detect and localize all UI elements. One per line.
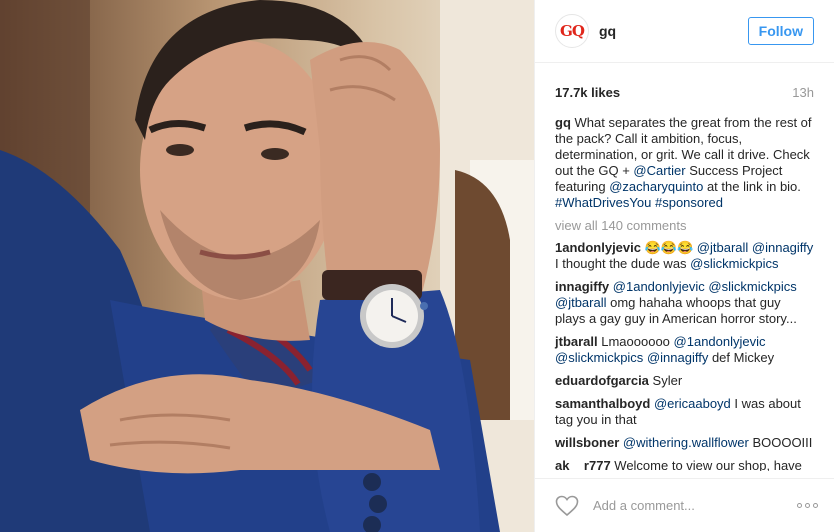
caption-text: at the link in bio. [703,179,801,194]
comment-author[interactable]: 1andonlyjevic [555,240,641,255]
post-time[interactable]: 13h [792,85,814,100]
mention-link[interactable]: @slickmickpics [690,256,778,271]
comment-author[interactable]: innagiffy [555,279,609,294]
caption: gq What separates the great from the res… [555,115,814,211]
comment-text: I thought the dude was [555,256,691,271]
comment: innagiffy @1andonlyjevic @slickmickpics … [555,279,814,327]
mention-link[interactable]: @slickmickpics [708,279,796,294]
comments-list: gq What separates the great from the res… [535,101,834,471]
hashtag-link[interactable]: #sponsored [655,195,723,210]
hashtag-link[interactable]: #WhatDrivesYou [555,195,651,210]
mention-link[interactable]: @innagiffy [647,350,708,365]
comment: samanthalboyd @ericaaboyd I was about ta… [555,396,814,428]
mention-link[interactable]: @ericaaboyd [654,396,731,411]
comment-author[interactable]: willsboner [555,435,619,450]
comment-author[interactable]: samanthalboyd [555,396,650,411]
comment-text: Lmaoooooo [597,334,674,349]
post-header: GQ gq Follow [535,0,834,63]
post-meta: 17.7k likes 13h [535,63,834,101]
mention-link[interactable]: @Cartier [633,163,685,178]
comment: ak__r777 Welcome to view our shop, have [555,458,814,471]
mention-link[interactable]: @1andonlyjevic [613,279,705,294]
comment-text: def Mickey [708,350,775,365]
gq-logo-avatar[interactable]: GQ [555,14,589,48]
mention-link[interactable]: @jtbarall [555,295,607,310]
instagram-post: GQ gq Follow 17.7k likes 13h gq What sep… [0,0,834,532]
comment-author[interactable]: gq [555,115,571,130]
comment-text: Syler [648,373,683,388]
comment-author[interactable]: jtbarall [555,334,598,349]
heart-icon[interactable] [555,495,579,517]
comment: 1andonlyjevic 😂😂😂 @jtbarall @innagiffy I… [555,240,814,272]
mention-link[interactable]: @jtbarall [697,240,749,255]
comment: jtbarall Lmaoooooo @1andonlyjevic @slick… [555,334,814,366]
comment-author[interactable]: eduardofgarcia [555,373,649,388]
post-side-panel: GQ gq Follow 17.7k likes 13h gq What sep… [534,0,834,532]
mention-link[interactable]: @innagiffy [752,240,813,255]
comment: willsboner @withering.wallflower BOOOOII… [555,435,814,451]
post-photo[interactable] [0,0,534,532]
mention-link[interactable]: @slickmickpics [555,350,643,365]
logo-text: GQ [560,22,585,40]
man-with-watch-photo [0,0,534,532]
username-link[interactable]: gq [599,23,616,39]
add-comment-input[interactable] [591,497,797,514]
follow-button[interactable]: Follow [747,17,814,45]
comment-text: Welcome to view our shop, have [610,458,802,471]
comment: eduardofgarcia Syler [555,373,814,389]
mention-link[interactable]: @withering.wallflower [623,435,749,450]
comment-footer [535,478,834,532]
view-all-comments-link[interactable]: view all 140 comments [555,218,814,234]
mention-link[interactable]: @zacharyquinto [609,179,703,194]
mention-link[interactable]: @1andonlyjevic [674,334,766,349]
more-options-icon[interactable] [797,503,818,508]
comment-text: 😂😂😂 [640,240,697,255]
comment-text: BOOOOIII [748,435,813,450]
likes-count[interactable]: 17.7k likes [555,85,620,100]
comment-author[interactable]: ak__r777 [555,458,611,471]
